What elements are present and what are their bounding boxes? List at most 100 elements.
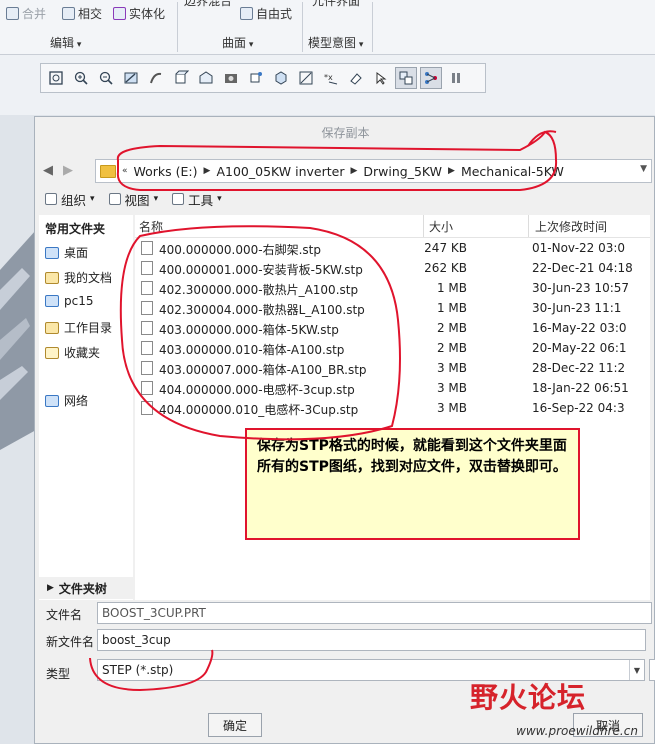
organize-menu[interactable]: 组织 ▾ (45, 190, 95, 209)
file-row[interactable]: 404.000000.010_电感杯-3Cup.stp 3 MB 16-Sep-22… (135, 398, 650, 418)
file-row[interactable]: 402.300000.000-散热片_A100.stp 1 MB 30-Jun-23… (135, 278, 650, 298)
file-row[interactable]: 403.000000.000-箱体-5KW.stp 2 MB 16-May-22 0… (135, 318, 650, 338)
crumb-overflow-icon[interactable]: « (122, 166, 128, 176)
forward-icon[interactable]: ▶ (63, 163, 73, 178)
ribbon-component-interface-button[interactable]: 元件界面 (312, 0, 360, 9)
file-row[interactable]: 400.000000.000-右脚架.stp 247 KB 01-Nov-22 03… (135, 238, 650, 258)
file-row[interactable]: 404.000000.000-电感杯-3cup.stp 3 MB 18-Jan-22… (135, 378, 650, 398)
column-name[interactable]: 名称 (139, 218, 163, 235)
expand-arrow-icon: ▶ (47, 583, 54, 593)
sidebar-item-working-directory[interactable]: 工作目录 (45, 319, 112, 336)
type-label: 类型 (46, 667, 71, 681)
sidebar-item-desktop[interactable]: 桌面 (45, 244, 88, 261)
breadcrumb-drawing[interactable]: Drwing_5KW (363, 164, 442, 179)
selection-icon[interactable] (370, 67, 392, 89)
shading-icon[interactable] (145, 67, 167, 89)
refit-icon[interactable] (45, 67, 67, 89)
named-view-icon[interactable] (220, 67, 242, 89)
tools-icon (172, 193, 185, 205)
group-model-intent[interactable]: 模型意图 (308, 34, 363, 51)
breadcrumb-mechanical[interactable]: Mechanical-5KW (461, 164, 564, 179)
back-icon[interactable]: ◀ (43, 163, 53, 178)
freestyle-icon (240, 7, 253, 20)
file-icon (141, 321, 153, 335)
file-icon (141, 341, 153, 355)
annotation-icon[interactable] (295, 67, 317, 89)
saved-view-icon[interactable] (195, 67, 217, 89)
group-surface[interactable]: 曲面 (222, 34, 253, 51)
ribbon-solidify-button[interactable]: 实体化 (113, 5, 165, 22)
datum-display-icon[interactable]: *x (320, 67, 342, 89)
address-bar[interactable]: « Works (E:) ▶ A100_05KW inverter ▶ Drwi… (95, 159, 652, 183)
annotation-note: 保存为STP格式的时候，就能看到这个文件夹里面所有的STP图纸，找到对应文件，双… (245, 428, 580, 540)
file-list: 名称 大小 上次修改时间 400.000000.000-右脚架.stp 247 K… (135, 215, 650, 600)
merge-icon (6, 7, 19, 20)
new-filename-input[interactable]: boost_3cup (97, 629, 646, 651)
forum-watermark: 野火论坛 www.proewildfire.cn (470, 676, 655, 744)
organize-icon (45, 193, 57, 205)
solidify-icon (113, 7, 126, 20)
sidebar-item-favorites[interactable]: 收藏夹 (45, 344, 100, 361)
chevron-right-icon[interactable]: ▶ (204, 166, 211, 176)
documents-icon (45, 271, 59, 284)
filename-field: BOOST_3CUP.PRT (97, 602, 652, 624)
desktop-icon (45, 246, 59, 259)
working-directory-icon (45, 321, 59, 334)
common-folders-heading: 常用文件夹 (45, 222, 106, 236)
sidebar-item-pc15[interactable]: pc15 (45, 294, 93, 308)
file-row[interactable]: 402.300004.000-散热器L_A100.stp 1 MB 30-Jun-2… (135, 298, 650, 318)
sidebar-item-documents[interactable]: 我的文档 (45, 269, 112, 286)
folder-icon (100, 164, 116, 178)
address-row: ◀ ▶ « Works (E:) ▶ A100_05KW inverter ▶ … (35, 155, 655, 185)
file-icon (141, 381, 153, 395)
breadcrumb-project[interactable]: A100_05KW inverter (216, 164, 344, 179)
favorites-icon (45, 346, 59, 359)
ok-button[interactable]: 确定 (208, 713, 262, 737)
file-icon (141, 361, 153, 375)
ribbon-merge-button[interactable]: 合并 (6, 5, 46, 22)
chevron-right-icon[interactable]: ▶ (350, 166, 357, 176)
folder-tree-toggle[interactable]: ▶ 文件夹树 (39, 577, 133, 599)
network-icon[interactable] (420, 67, 442, 89)
group-edit[interactable]: 编辑 (50, 34, 81, 51)
repaint-icon[interactable] (120, 67, 142, 89)
perspective-icon[interactable] (270, 67, 292, 89)
file-row[interactable]: 403.000007.000-箱体-A100_BR.stp 3 MB 28-Dec-… (135, 358, 650, 378)
filename-label: 文件名 (46, 608, 83, 622)
breadcrumb-drive[interactable]: Works (E:) (134, 164, 198, 179)
file-icon (141, 401, 153, 415)
ribbon-freestyle-button[interactable]: 自由式 (240, 5, 292, 22)
new-filename-label: 新文件名 (46, 635, 95, 649)
ribbon: 合并 相交 实体化 编辑 边界混合 自由式 曲面 元件界面 模型意图 (0, 0, 655, 55)
ribbon-intersect-button[interactable]: 相交 (62, 5, 102, 22)
spin-center-icon[interactable] (345, 67, 367, 89)
view-menu[interactable]: 视图 ▾ (108, 190, 158, 209)
column-modified[interactable]: 上次修改时间 (535, 218, 607, 235)
view-icon (108, 193, 121, 205)
tools-menu[interactable]: 工具 ▾ (172, 190, 222, 209)
chevron-down-icon[interactable]: ▼ (640, 164, 647, 174)
watermark-title: 野火论坛 (470, 681, 587, 714)
file-row[interactable]: 400.000001.000-安装背板-5KW.stp 262 KB 22-Dec-… (135, 258, 650, 278)
column-size[interactable]: 大小 (429, 218, 453, 235)
filter-icon[interactable] (395, 67, 417, 89)
intersect-icon (62, 7, 75, 20)
chevron-down-icon: ▾ (90, 194, 95, 204)
chevron-right-icon[interactable]: ▶ (448, 166, 455, 176)
computer-icon (45, 295, 59, 307)
network-icon (45, 394, 59, 407)
svg-text:*x: *x (324, 73, 333, 82)
view-manager-icon[interactable] (245, 67, 267, 89)
sidebar-item-network[interactable]: 网络 (45, 392, 88, 409)
file-icon (141, 241, 153, 255)
zoom-out-icon[interactable] (95, 67, 117, 89)
display-style-icon[interactable] (170, 67, 192, 89)
file-icon (141, 301, 153, 315)
ribbon-boundary-blend-button[interactable]: 边界混合 (184, 0, 232, 9)
model-geometry (0, 230, 36, 450)
zoom-in-icon[interactable] (70, 67, 92, 89)
file-row[interactable]: 403.000000.010-箱体-A100.stp 2 MB 20-May-22 … (135, 338, 650, 358)
pause-icon[interactable] (445, 67, 467, 89)
dialog-title: 保存副本 (321, 125, 370, 140)
file-icon (141, 281, 153, 295)
